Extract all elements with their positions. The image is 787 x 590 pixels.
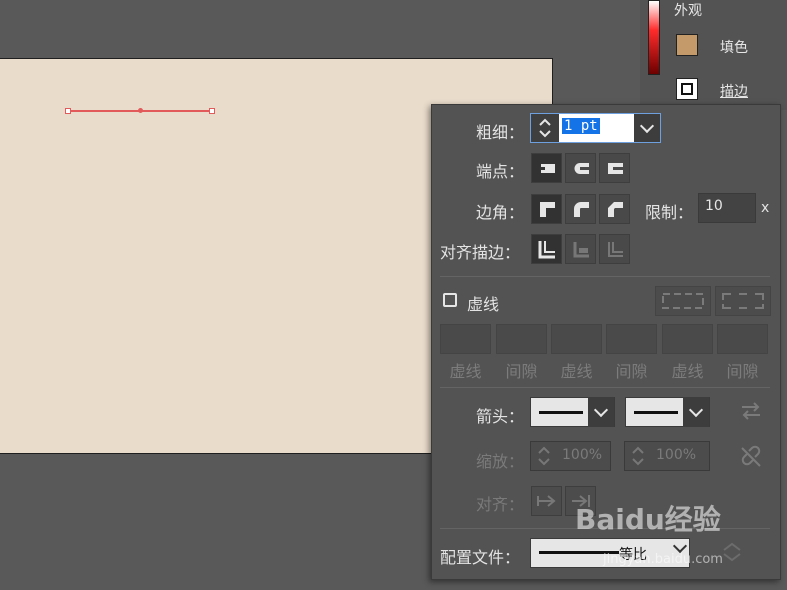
- cap-label: 端点：: [476, 162, 525, 181]
- path-center-point: [138, 108, 143, 113]
- profile-label: 配置文件：: [440, 548, 521, 567]
- dash-1-field: [440, 324, 491, 354]
- anchor-point-start[interactable]: [65, 108, 71, 114]
- gap-2-label: 间隙: [615, 362, 648, 381]
- dash-preserve-button: [655, 286, 711, 316]
- swap-arrowheads-icon[interactable]: [740, 402, 762, 424]
- round-cap-button[interactable]: [565, 153, 596, 183]
- profile-dropdown[interactable]: [672, 538, 688, 554]
- gap-1-field: [496, 324, 547, 354]
- link-scale-icon: [739, 445, 763, 473]
- bevel-join-button[interactable]: [599, 194, 630, 224]
- end-arrowhead-select[interactable]: [625, 397, 710, 427]
- miter-join-button[interactable]: [531, 194, 562, 224]
- dash-align-corners-button: [715, 286, 771, 316]
- arrow-align-label: 对齐：: [476, 495, 525, 514]
- end-arrowhead-dropdown[interactable]: [683, 397, 709, 427]
- gap-3-field: [717, 324, 768, 354]
- separator: [440, 276, 770, 277]
- color-slider[interactable]: [648, 0, 660, 75]
- end-scale-field: 100%: [624, 441, 710, 471]
- watermark-logo: Baidu经验: [575, 503, 721, 536]
- fill-label[interactable]: 填色: [720, 37, 748, 57]
- start-scale-field: 100%: [530, 441, 611, 471]
- align-inside-button: [565, 234, 596, 264]
- stroke-swatch[interactable]: [676, 78, 698, 100]
- arrowhead-label: 箭头：: [476, 407, 525, 426]
- limit-label: 限制：: [645, 203, 694, 222]
- projecting-cap-button[interactable]: [599, 153, 630, 183]
- watermark-url: jingyan.baidu.com: [603, 552, 723, 567]
- end-scale-value: 100%: [656, 447, 697, 463]
- butt-cap-button[interactable]: [531, 153, 562, 183]
- weight-label: 粗细：: [476, 123, 525, 142]
- dash-3-field: [662, 324, 713, 354]
- dashed-label[interactable]: 虚线: [467, 291, 499, 315]
- align-center-button[interactable]: [531, 234, 562, 264]
- separator: [440, 387, 770, 388]
- gap-3-label: 间隙: [726, 362, 759, 381]
- fill-swatch[interactable]: [676, 34, 698, 56]
- corner-label: 边角：: [476, 203, 525, 222]
- start-scale-value: 100%: [562, 447, 603, 463]
- dash-2-field: [551, 324, 602, 354]
- weight-input[interactable]: 1 pt: [562, 118, 600, 134]
- weight-dropdown[interactable]: [634, 114, 660, 142]
- scale-label: 缩放：: [476, 452, 525, 471]
- arrow-tip-beyond-button: [531, 486, 562, 516]
- end-scale-stepper: [627, 444, 649, 468]
- appearance-panel: [640, 0, 787, 110]
- weight-stepper[interactable]: [531, 114, 559, 142]
- limit-input[interactable]: 10: [698, 193, 756, 223]
- start-arrowhead-dropdown[interactable]: [588, 397, 614, 427]
- dash-1-label: 虚线: [449, 362, 482, 381]
- appearance-title: 外观: [674, 3, 702, 19]
- gap-2-field: [606, 324, 657, 354]
- align-outside-button: [599, 234, 630, 264]
- stroke-label[interactable]: 描边: [720, 81, 748, 101]
- flip-along-icon: [720, 540, 744, 568]
- start-scale-stepper: [533, 444, 555, 468]
- dash-3-label: 虚线: [671, 362, 704, 381]
- anchor-point-end[interactable]: [209, 108, 215, 114]
- align-stroke-label: 对齐描边：: [440, 243, 521, 262]
- dashed-checkbox[interactable]: [443, 293, 457, 307]
- gap-1-label: 间隙: [505, 362, 538, 381]
- limit-unit: x: [761, 200, 770, 216]
- round-join-button[interactable]: [565, 194, 596, 224]
- weight-field[interactable]: 1 pt: [530, 113, 661, 143]
- start-arrowhead-select[interactable]: [530, 397, 615, 427]
- dash-2-label: 虚线: [560, 362, 593, 381]
